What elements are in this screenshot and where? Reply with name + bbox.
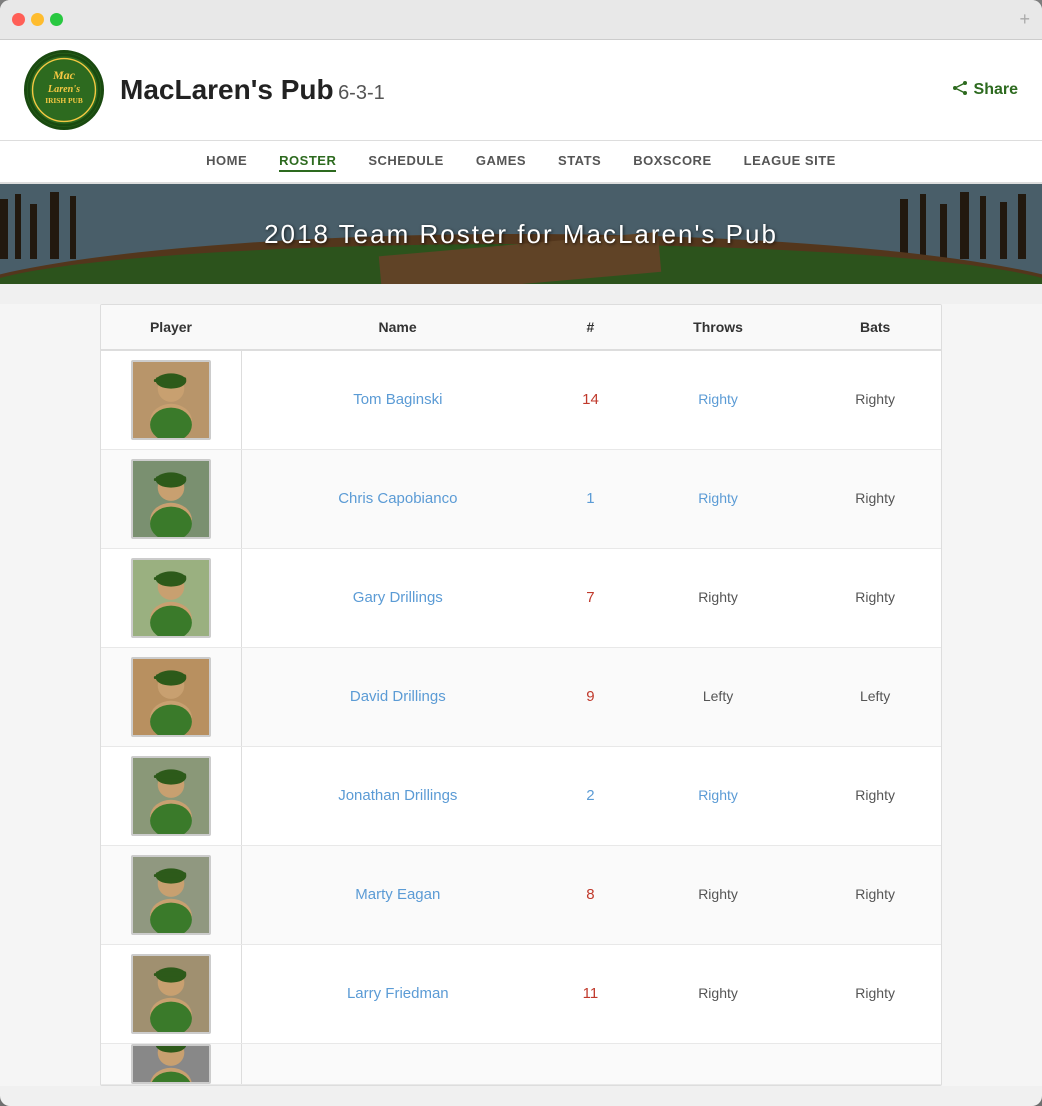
player-throws: Righty	[627, 449, 809, 548]
roster-table: Player Name # Throws Bats Tom Bagins	[101, 305, 941, 1085]
player-number: 8	[554, 845, 627, 944]
roster-table-wrapper: Player Name # Throws Bats Tom Bagins	[100, 304, 942, 1086]
table-row: Jonathan Drillings2RightyRighty	[101, 746, 941, 845]
player-photo-cell	[101, 845, 241, 944]
team-record: 6-3-1	[338, 82, 385, 104]
nav-roster[interactable]: ROSTER	[279, 151, 336, 172]
nav-bar: HOME ROSTER SCHEDULE GAMES STATS BOXSCOR…	[0, 141, 1042, 184]
nav-stats[interactable]: STATS	[558, 151, 601, 172]
team-logo: Mac Laren's IRISH PUB	[24, 50, 104, 130]
share-icon	[952, 80, 968, 101]
player-throws: Righty	[627, 944, 809, 1043]
hero-banner: 2018 Team Roster for MacLaren's Pub	[0, 184, 1042, 284]
player-avatar	[131, 954, 211, 1034]
player-photo-cell	[101, 944, 241, 1043]
player-photo-cell	[101, 746, 241, 845]
empty-cell	[627, 1043, 809, 1084]
player-number: 7	[554, 548, 627, 647]
player-photo-cell	[101, 1043, 241, 1084]
player-bats: Righty	[809, 548, 941, 647]
col-throws: Throws	[627, 305, 809, 350]
player-throws: Righty	[627, 746, 809, 845]
table-row: Larry Friedman11RightyRighty	[101, 944, 941, 1043]
col-bats: Bats	[809, 305, 941, 350]
player-avatar	[131, 657, 211, 737]
table-row: Gary Drillings7RightyRighty	[101, 548, 941, 647]
col-name: Name	[241, 305, 554, 350]
player-bats: Righty	[809, 845, 941, 944]
player-name[interactable]: Tom Baginski	[241, 350, 554, 449]
player-avatar	[131, 756, 211, 836]
share-button[interactable]: Share	[952, 80, 1018, 101]
player-bats: Lefty	[809, 647, 941, 746]
player-number: 11	[554, 944, 627, 1043]
player-name[interactable]: Larry Friedman	[241, 944, 554, 1043]
player-avatar	[131, 459, 211, 539]
player-number: 14	[554, 350, 627, 449]
player-name[interactable]: David Drillings	[241, 647, 554, 746]
player-bats: Righty	[809, 746, 941, 845]
table-row: Marty Eagan8RightyRighty	[101, 845, 941, 944]
player-name[interactable]: Gary Drillings	[241, 548, 554, 647]
player-avatar	[131, 855, 211, 935]
table-header-row: Player Name # Throws Bats	[101, 305, 941, 350]
table-row	[101, 1043, 941, 1084]
table-row: David Drillings9LeftyLefty	[101, 647, 941, 746]
window-controls	[12, 13, 63, 26]
col-player: Player	[101, 305, 241, 350]
player-avatar	[131, 360, 211, 440]
table-row: Tom Baginski14RightyRighty	[101, 350, 941, 449]
player-number: 9	[554, 647, 627, 746]
col-number: #	[554, 305, 627, 350]
player-photo-cell	[101, 647, 241, 746]
player-throws: Righty	[627, 845, 809, 944]
app-window: + Mac Laren's IRISH PUB MacLaren's Pub 6…	[0, 0, 1042, 1106]
player-throws: Lefty	[627, 647, 809, 746]
player-photo-cell	[101, 449, 241, 548]
share-label: Share	[974, 81, 1018, 99]
empty-cell	[809, 1043, 941, 1084]
title-bar: +	[0, 0, 1042, 40]
player-name[interactable]: Chris Capobianco	[241, 449, 554, 548]
player-name[interactable]: Marty Eagan	[241, 845, 554, 944]
main-content: Player Name # Throws Bats Tom Bagins	[0, 304, 1042, 1086]
player-bats: Righty	[809, 350, 941, 449]
nav-schedule[interactable]: SCHEDULE	[368, 151, 444, 172]
player-avatar	[131, 558, 211, 638]
table-row: Chris Capobianco1RightyRighty	[101, 449, 941, 548]
nav-home[interactable]: HOME	[206, 151, 247, 172]
svg-text:Laren's: Laren's	[47, 84, 80, 95]
team-name: MacLaren's Pub	[120, 74, 334, 105]
minimize-button[interactable]	[31, 13, 44, 26]
player-name[interactable]: Jonathan Drillings	[241, 746, 554, 845]
maximize-button[interactable]	[50, 13, 63, 26]
empty-cell	[241, 1043, 554, 1084]
nav-boxscore[interactable]: BOXSCORE	[633, 151, 711, 172]
header-title-area: MacLaren's Pub 6-3-1	[120, 74, 952, 106]
empty-cell	[554, 1043, 627, 1084]
nav-league-site[interactable]: LEAGUE SITE	[744, 151, 836, 172]
app-header: Mac Laren's IRISH PUB MacLaren's Pub 6-3…	[0, 40, 1042, 141]
new-tab-button[interactable]: +	[1019, 9, 1030, 30]
close-button[interactable]	[12, 13, 25, 26]
player-throws: Righty	[627, 350, 809, 449]
player-photo-cell	[101, 548, 241, 647]
player-photo-cell	[101, 350, 241, 449]
hero-title: 2018 Team Roster for MacLaren's Pub	[264, 219, 778, 250]
player-throws: Righty	[627, 548, 809, 647]
nav-games[interactable]: GAMES	[476, 151, 526, 172]
player-number: 1	[554, 449, 627, 548]
player-avatar	[131, 1044, 211, 1084]
player-bats: Righty	[809, 449, 941, 548]
svg-text:Mac: Mac	[52, 68, 76, 82]
player-number: 2	[554, 746, 627, 845]
svg-text:IRISH PUB: IRISH PUB	[45, 96, 83, 105]
player-bats: Righty	[809, 944, 941, 1043]
